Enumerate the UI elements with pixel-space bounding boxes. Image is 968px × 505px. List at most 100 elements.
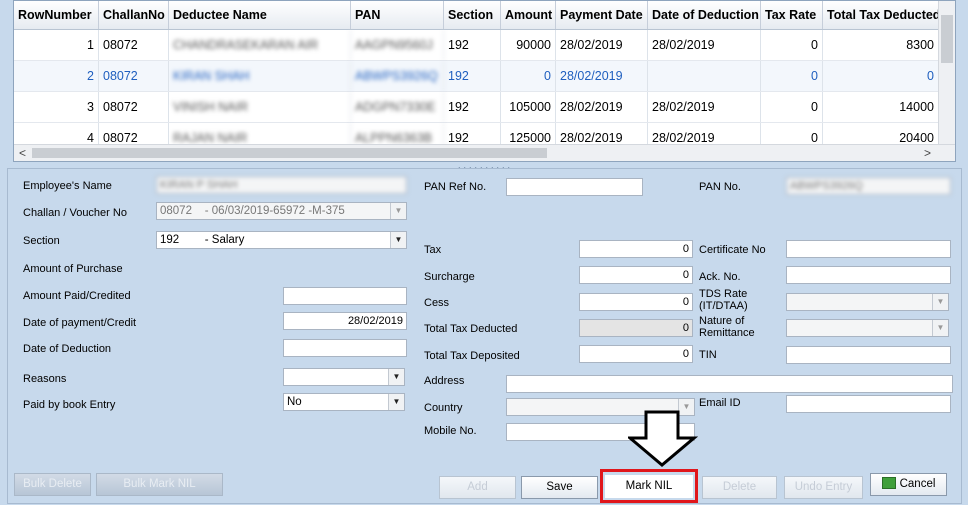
cancel-button[interactable]: Cancel <box>870 473 947 496</box>
employee-name-label: Employee's Name <box>23 180 112 192</box>
section-value: 192 - Salary <box>160 234 245 246</box>
col-header-deductee-name[interactable]: Deductee Name <box>169 1 351 29</box>
address-label: Address <box>424 375 465 387</box>
scroll-right-icon[interactable]: > <box>924 146 931 160</box>
undo-entry-button[interactable]: Undo Entry <box>784 476 863 499</box>
col-header-tax-rate[interactable]: Tax Rate <box>761 1 823 29</box>
cell-deduction-date: 28/02/2019 <box>648 92 761 122</box>
amount-paid-credited-field[interactable] <box>283 287 407 305</box>
table-row-selected[interactable]: 2 08072 KIRAN SHAH ABWPS3926Q 192 0 28/0… <box>14 61 939 92</box>
entries-grid[interactable]: RowNumber ChallanNo Deductee Name PAN Se… <box>13 0 956 162</box>
section-dropdown[interactable]: 192 - Salary ▼ <box>156 231 407 249</box>
bulk-mark-nil-button[interactable]: Bulk Mark NIL <box>96 473 223 496</box>
email-id-label: Email ID <box>699 397 741 409</box>
cell-tax-rate: 0 <box>761 92 823 122</box>
col-header-total-tax-deducted[interactable]: Total Tax Deducted <box>823 1 939 29</box>
amount-paid-credited-label: Amount Paid/Credited <box>23 290 131 302</box>
dropdown-arrow-icon[interactable]: ▼ <box>388 394 404 410</box>
challan-voucher-dropdown[interactable]: 08072 - 06/03/2019-65972 -M-375 ▼ <box>156 202 407 220</box>
surcharge-label: Surcharge <box>424 271 475 283</box>
date-of-payment-field[interactable]: 28/02/2019 <box>283 312 407 330</box>
ack-no-field[interactable] <box>786 266 951 284</box>
col-header-pan[interactable]: PAN <box>351 1 444 29</box>
cell-tax-rate: 0 <box>761 30 823 60</box>
paid-by-book-entry-value: No <box>287 396 302 408</box>
tax-field[interactable]: 0 <box>579 240 693 258</box>
cell-amount: 105000 <box>501 92 556 122</box>
surcharge-field[interactable]: 0 <box>579 266 693 284</box>
cess-field[interactable]: 0 <box>579 293 693 311</box>
grid-horizontal-scrollbar[interactable]: < > <box>14 144 955 161</box>
tin-label: TIN <box>699 349 717 361</box>
dropdown-arrow-icon[interactable]: ▼ <box>390 232 406 248</box>
cell-tax-rate: 0 <box>761 61 823 91</box>
col-header-section[interactable]: Section <box>444 1 501 29</box>
reasons-dropdown[interactable]: ▼ <box>283 368 405 386</box>
cell-deduction-date <box>648 61 761 91</box>
horizontal-scroll-thumb[interactable] <box>32 148 547 158</box>
paid-by-book-entry-label: Paid by book Entry <box>23 399 116 411</box>
nature-of-remittance-dropdown[interactable]: ▼ <box>786 319 949 337</box>
cell-challan: 08072 <box>99 61 169 91</box>
add-button[interactable]: Add <box>439 476 516 499</box>
dropdown-arrow-icon[interactable]: ▼ <box>390 203 406 219</box>
cell-rownumber: 1 <box>14 30 99 60</box>
tax-label: Tax <box>424 244 442 256</box>
date-of-deduction-label: Date of Deduction <box>23 343 112 355</box>
bulk-delete-button[interactable]: Bulk Delete <box>14 473 91 496</box>
delete-button[interactable]: Delete <box>702 476 777 499</box>
cell-payment-date: 28/02/2019 <box>556 30 648 60</box>
pan-no-field: ABWPS3926Q <box>786 177 951 195</box>
date-of-deduction-field[interactable] <box>283 339 407 357</box>
cell-payment-date: 28/02/2019 <box>556 61 648 91</box>
employee-name-field[interactable]: KIRAN P SHAH <box>156 176 407 194</box>
col-header-challanno[interactable]: ChallanNo <box>99 1 169 29</box>
dropdown-arrow-icon[interactable]: ▼ <box>932 320 948 336</box>
section-label: Section <box>23 235 60 247</box>
date-of-payment-label: Date of payment/Credit <box>23 317 137 329</box>
total-tax-deposited-label: Total Tax Deposited <box>424 350 520 362</box>
total-tax-deposited-field[interactable]: 0 <box>579 345 693 363</box>
col-header-payment-date[interactable]: Payment Date <box>556 1 648 29</box>
total-tax-deducted-field: 0 <box>579 319 693 337</box>
grid-vertical-scrollbar[interactable] <box>938 1 955 146</box>
cancel-icon <box>881 477 896 489</box>
table-row[interactable]: 1 08072 CHANDRASEKARAN AIR AAGPN9560J 19… <box>14 30 939 61</box>
certificate-no-field[interactable] <box>786 240 951 258</box>
col-header-rownumber[interactable]: RowNumber <box>14 1 99 29</box>
col-header-date-of-deduction[interactable]: Date of Deduction <box>648 1 761 29</box>
cell-challan: 08072 <box>99 30 169 60</box>
cell-deductee-name: KIRAN SHAH <box>169 61 351 91</box>
tds-rate-label-sub: (IT/DTAA) <box>699 300 748 312</box>
cell-total-tax: 14000 <box>823 92 939 122</box>
cell-total-tax: 8300 <box>823 30 939 60</box>
cell-pan: AAGPN9560J <box>351 30 444 60</box>
reasons-label: Reasons <box>23 373 67 385</box>
col-header-amount[interactable]: Amount <box>501 1 556 29</box>
total-tax-deducted-label: Total Tax Deducted <box>424 323 518 335</box>
cell-deductee-name: CHANDRASEKARAN AIR <box>169 30 351 60</box>
paid-by-book-entry-dropdown[interactable]: No ▼ <box>283 393 405 411</box>
challan-voucher-label: Challan / Voucher No <box>23 207 127 219</box>
cancel-label: Cancel <box>899 478 936 490</box>
cell-section: 192 <box>444 92 501 122</box>
save-button[interactable]: Save <box>521 476 598 499</box>
challan-voucher-value: 08072 - 06/03/2019-65972 -M-375 <box>160 205 345 217</box>
down-arrow-callout-icon <box>628 410 698 467</box>
vertical-scroll-thumb[interactable] <box>941 15 953 63</box>
dropdown-arrow-icon[interactable]: ▼ <box>932 294 948 310</box>
mobile-no-label: Mobile No. <box>424 425 477 437</box>
scroll-left-icon[interactable]: < <box>19 146 26 160</box>
cell-challan: 08072 <box>99 92 169 122</box>
nature-of-remittance-label-sub: Remittance <box>699 327 755 339</box>
cell-rownumber: 2 <box>14 61 99 91</box>
cess-label: Cess <box>424 297 450 309</box>
table-row[interactable]: 3 08072 VINISH NAIR ADGPN7330E 192 10500… <box>14 92 939 123</box>
pan-ref-field[interactable] <box>506 178 643 196</box>
tds-rate-dropdown[interactable]: ▼ <box>786 293 949 311</box>
dropdown-arrow-icon[interactable]: ▼ <box>388 369 404 385</box>
tin-field[interactable] <box>786 346 951 364</box>
email-id-field[interactable] <box>786 395 951 413</box>
cell-section: 192 <box>444 30 501 60</box>
address-field[interactable] <box>506 375 953 393</box>
